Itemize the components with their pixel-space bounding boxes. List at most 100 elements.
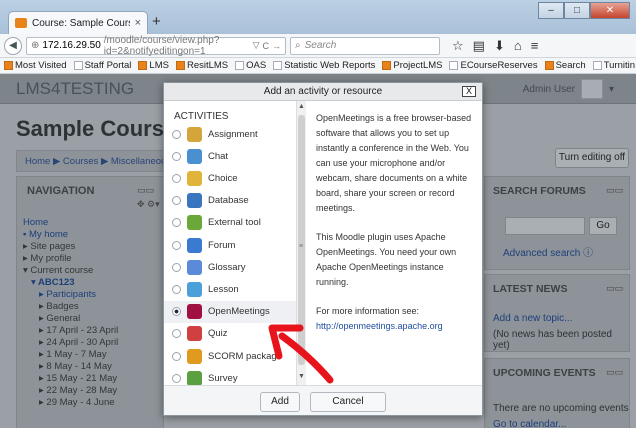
activity-radio[interactable]	[172, 373, 181, 383]
nav-tree-item[interactable]: ▸ 1 May - 7 May	[23, 349, 163, 361]
nav-tree-item[interactable]: ▾ ABC123	[23, 277, 163, 289]
maximize-button[interactable]: □	[564, 2, 590, 19]
bookmark-item[interactable]: Most Visited	[4, 60, 67, 71]
activity-list-scrollbar[interactable]: ▲ ≡ ▼	[296, 101, 306, 385]
activity-option[interactable]: External tool	[164, 212, 296, 234]
activity-option[interactable]: Chat	[164, 145, 296, 167]
nav-tree-item[interactable]: ▸ General	[23, 313, 163, 325]
tab-close-icon[interactable]: ×	[135, 17, 141, 29]
activity-option[interactable]: Database	[164, 190, 296, 212]
activity-radio[interactable]	[172, 129, 181, 139]
activity-radio[interactable]	[172, 307, 181, 317]
activity-option[interactable]: OpenMeetings	[164, 300, 296, 323]
block-actions-icon[interactable]: ✥ ⚙▾	[137, 199, 160, 210]
activity-radio[interactable]	[172, 351, 181, 361]
openmeetings-link[interactable]: http://openmeetings.apache.org	[316, 319, 476, 334]
scroll-down-icon[interactable]: ▼	[298, 373, 305, 380]
activity-radio[interactable]	[172, 262, 181, 272]
activity-icon	[187, 215, 202, 231]
activity-label: Choice	[208, 172, 238, 184]
scrollbar-thumb[interactable]	[298, 115, 305, 365]
nav-tree-item[interactable]: ▸ 24 April - 30 April	[23, 337, 163, 349]
nav-tree-item[interactable]: ▸ 15 May - 21 May	[23, 373, 163, 385]
bookmark-item[interactable]: ProjectLMS	[382, 60, 442, 71]
back-button[interactable]: ◀	[4, 36, 22, 55]
bookmark-item[interactable]: Search	[544, 60, 586, 71]
close-window-button[interactable]: ✕	[590, 2, 630, 19]
activity-option[interactable]: Glossary	[164, 256, 296, 278]
browser-search-box[interactable]: ⌕ Search	[290, 36, 440, 55]
go-button[interactable]: Go	[589, 217, 617, 235]
activity-option[interactable]: Quiz	[164, 323, 296, 345]
search-forums-block: SEARCH FORUMS ▭▭ Go Advanced search ⓘ	[484, 176, 630, 270]
block-dock-icon[interactable]: ▭▭	[606, 185, 623, 196]
block-dock-icon[interactable]: ▭▭	[137, 185, 154, 196]
nav-tree-item[interactable]: Home	[23, 217, 163, 229]
address-bar[interactable]: ⊕ 172.16.29.50/moodle/course/view.php?id…	[26, 35, 286, 57]
activity-radio[interactable]	[172, 240, 181, 250]
nav-tree-item[interactable]: ▸ 29 May - 4 June	[23, 397, 163, 409]
reload-icon[interactable]: C	[263, 41, 270, 51]
nav-tree-item[interactable]: ▸ 17 April - 23 April	[23, 325, 163, 337]
calendar-link[interactable]: Go to calendar...	[493, 419, 566, 428]
activity-radio[interactable]	[172, 218, 181, 228]
block-dock-icon[interactable]: ▭▭	[606, 367, 623, 378]
nav-tree-item[interactable]: ▸ 22 May - 28 May	[23, 385, 163, 397]
home-icon[interactable]: ⌂	[514, 38, 522, 54]
bookmark-item[interactable]: OAS	[235, 60, 266, 71]
bookmarks-bar: Most Visited Staff Portal LMS ResitLMS O…	[0, 58, 636, 74]
download-icon[interactable]: ⬇	[494, 38, 505, 54]
browser-tab[interactable]: Course: Sample Course ×	[8, 11, 148, 34]
activity-option[interactable]: Survey	[164, 367, 296, 385]
advanced-search-link[interactable]: Advanced search ⓘ	[503, 244, 593, 259]
activity-icon	[187, 193, 202, 209]
help-icon[interactable]: ⓘ	[583, 248, 593, 259]
activity-radio[interactable]	[172, 196, 181, 206]
nav-tree-item[interactable]: ▸ Participants	[23, 289, 163, 301]
cancel-button[interactable]: Cancel	[310, 392, 386, 412]
breadcrumb[interactable]: Home ▶ Courses ▶ Miscellaneous	[16, 150, 166, 172]
add-topic-link[interactable]: Add a new topic...	[493, 313, 573, 324]
go-arrow-icon[interactable]: →	[272, 41, 281, 51]
user-menu[interactable]: Admin User ▾	[523, 79, 614, 99]
dropdown-icon[interactable]: ▽	[253, 40, 260, 51]
bookmark-item[interactable]: LMS	[138, 60, 169, 71]
bookmark-item[interactable]: Staff Portal	[73, 60, 131, 71]
bookmark-item[interactable]: ECourseReserves	[449, 60, 538, 71]
bookmark-item[interactable]: ResitLMS	[175, 60, 228, 71]
bookmark-star-icon[interactable]: ☆	[452, 38, 464, 54]
activity-radio[interactable]	[172, 284, 181, 294]
nav-tree-item[interactable]: ▸ 8 May - 14 May	[23, 361, 163, 373]
activity-radio[interactable]	[172, 329, 181, 339]
activity-option[interactable]: SCORM package	[164, 345, 296, 367]
nav-tree-item[interactable]: ▸ Site pages	[23, 241, 163, 253]
nav-tree-item[interactable]: ▪ My home	[23, 229, 163, 241]
minimize-button[interactable]: –	[538, 2, 564, 19]
bookmark-item[interactable]: Turnitin	[592, 60, 635, 71]
activity-radio[interactable]	[172, 151, 181, 161]
activity-icon	[187, 170, 202, 186]
bookmark-item[interactable]: Statistic Web Reports	[273, 60, 375, 71]
new-tab-button[interactable]: +	[152, 14, 161, 29]
activity-label: Lesson	[208, 283, 239, 295]
add-button[interactable]: Add	[260, 392, 300, 412]
activity-description: OpenMeetings is a free browser-based sof…	[316, 111, 476, 334]
site-name[interactable]: LMS4TESTING	[16, 79, 134, 99]
activity-option[interactable]: Choice	[164, 167, 296, 189]
menu-icon[interactable]: ≡	[531, 38, 539, 54]
nav-tree-item[interactable]: ▸ Badges	[23, 301, 163, 313]
turn-editing-off-button[interactable]: Turn editing off	[555, 148, 629, 168]
nav-tree-item[interactable]: ▾ Current course	[23, 265, 163, 277]
activity-option[interactable]: Assignment	[164, 123, 296, 145]
activity-radio[interactable]	[172, 173, 181, 183]
block-dock-icon[interactable]: ▭▭	[606, 283, 623, 294]
reading-list-icon[interactable]: ▤	[473, 38, 485, 54]
forum-search-input[interactable]	[505, 217, 585, 235]
nav-tree-item[interactable]: ▸ My profile	[23, 253, 163, 265]
scroll-up-icon[interactable]: ▲	[298, 103, 305, 110]
activity-option[interactable]: Lesson	[164, 278, 296, 300]
dialog-title: Add an activity or resource	[263, 86, 383, 97]
page-icon	[235, 61, 245, 70]
activity-option[interactable]: Forum	[164, 234, 296, 256]
dialog-close-button[interactable]: X	[462, 86, 476, 97]
